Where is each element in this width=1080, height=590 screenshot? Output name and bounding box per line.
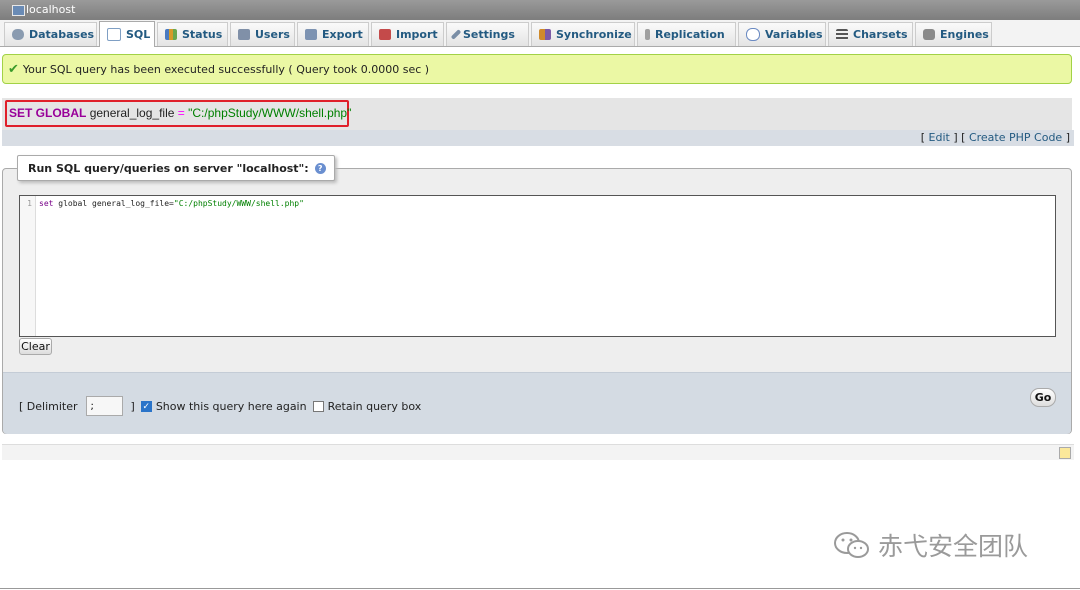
tab-label: Status (182, 28, 223, 41)
watermark-text: 赤弋安全团队 (878, 532, 1029, 561)
options-row: [ Delimiter ] ✓ Show this query here aga… (19, 396, 421, 416)
sql-icon (107, 28, 121, 41)
success-check-icon: ✔ (8, 61, 19, 77)
import-icon (379, 29, 391, 40)
delimiter-label: [ Delimiter (19, 399, 78, 413)
status-chart-icon (165, 29, 177, 40)
tab-label: Settings (463, 28, 515, 41)
window-titlebar: localhost (0, 0, 1080, 20)
success-text: Your SQL query has been executed success… (22, 62, 430, 76)
go-button[interactable]: Go (1030, 388, 1056, 407)
tab-replication[interactable]: Replication (637, 22, 736, 46)
show-query-again-checkbox[interactable]: ✓ (140, 400, 152, 412)
query-keyword[interactable]: SET GLOBAL (9, 106, 86, 120)
wechat-icon (834, 532, 869, 558)
sql-query-editor[interactable]: 1 set global general_log_file="C:/phpStu… (19, 195, 1056, 337)
tab-label: Export (322, 28, 363, 41)
tab-variables[interactable]: Variables (738, 22, 826, 46)
tab-label: Users (255, 28, 290, 41)
code-text: global general_log_file= (58, 199, 174, 208)
synchronize-icon (539, 29, 551, 40)
charsets-icon (836, 29, 848, 40)
executed-query-box: SET GLOBAL general_log_file = "C:/phpStu… (2, 98, 1072, 130)
bracket-separator: ] [ (953, 131, 966, 144)
tab-label: Variables (765, 28, 823, 41)
tab-label: Synchronize (556, 28, 632, 41)
tab-label: Charsets (853, 28, 908, 41)
success-message: ✔ Your SQL query has been executed succe… (2, 54, 1072, 84)
create-php-code-link[interactable]: Create PHP Code (969, 131, 1062, 144)
tab-synchronize[interactable]: Synchronize (531, 22, 635, 46)
code-string: "C:/phpStudy/WWW/shell.php" (173, 199, 304, 208)
tab-label: Import (396, 28, 438, 41)
wrench-icon (450, 29, 462, 40)
executed-query: SET GLOBAL general_log_file = "C:/phpStu… (9, 106, 351, 120)
database-icon (12, 29, 24, 40)
query-operator: = (177, 106, 185, 120)
help-icon[interactable]: ? (314, 162, 326, 174)
server-title[interactable]: localhost (26, 3, 75, 16)
tab-engines[interactable]: Engines (915, 22, 992, 46)
sql-code-line[interactable]: set global general_log_file="C:/phpStudy… (39, 199, 304, 208)
code-keyword: set (39, 199, 54, 208)
tab-status[interactable]: Status (157, 22, 228, 46)
server-icon (12, 5, 25, 16)
line-number-gutter: 1 (20, 196, 36, 336)
watermark: 赤弋安全团队 (832, 527, 1028, 563)
bottom-border (0, 588, 1080, 589)
engines-icon (923, 29, 935, 40)
bracket-open: [ (920, 131, 926, 144)
variables-icon (746, 28, 760, 41)
query-actions: [ Edit ] [ Create PHP Code ] (2, 130, 1074, 146)
tab-sql[interactable]: SQL (99, 21, 155, 47)
query-value: "C:/phpStudy/WWW/shell.php" (188, 106, 352, 120)
users-icon (238, 29, 250, 40)
line-number: 1 (27, 199, 32, 208)
show-query-again-label[interactable]: Show this query here again (156, 400, 307, 413)
notes-icon[interactable] (1059, 447, 1071, 459)
tab-databases[interactable]: Databases (4, 22, 97, 46)
tab-label: Engines (940, 28, 989, 41)
sql-query-legend: Run SQL query/queries on server "localho… (17, 155, 335, 181)
tab-label: SQL (126, 28, 151, 41)
tab-settings[interactable]: Settings (446, 22, 529, 46)
edit-query-link[interactable]: Edit (929, 131, 950, 144)
retain-query-box-label[interactable]: Retain query box (328, 400, 422, 413)
bottom-bar (2, 444, 1074, 460)
legend-text: Run SQL query/queries on server "localho… (28, 161, 309, 175)
tab-users[interactable]: Users (230, 22, 295, 46)
tab-label: Replication (655, 28, 725, 41)
delimiter-close: ] (130, 399, 135, 413)
tab-label: Databases (29, 28, 95, 41)
bracket-close: ] (1065, 131, 1070, 144)
query-variable: general_log_file (89, 106, 175, 120)
tab-charsets[interactable]: Charsets (828, 22, 913, 46)
replication-icon (645, 29, 650, 40)
delimiter-input[interactable] (85, 396, 123, 416)
tab-export[interactable]: Export (297, 22, 369, 46)
clear-button[interactable]: Clear (19, 338, 52, 355)
tab-import[interactable]: Import (371, 22, 444, 46)
query-options-footer: [ Delimiter ] ✓ Show this query here aga… (3, 372, 1071, 434)
main-tab-bar: Databases SQL Status Users Export Import… (0, 20, 1080, 47)
export-icon (305, 29, 317, 40)
retain-query-box-checkbox[interactable] (312, 400, 324, 412)
